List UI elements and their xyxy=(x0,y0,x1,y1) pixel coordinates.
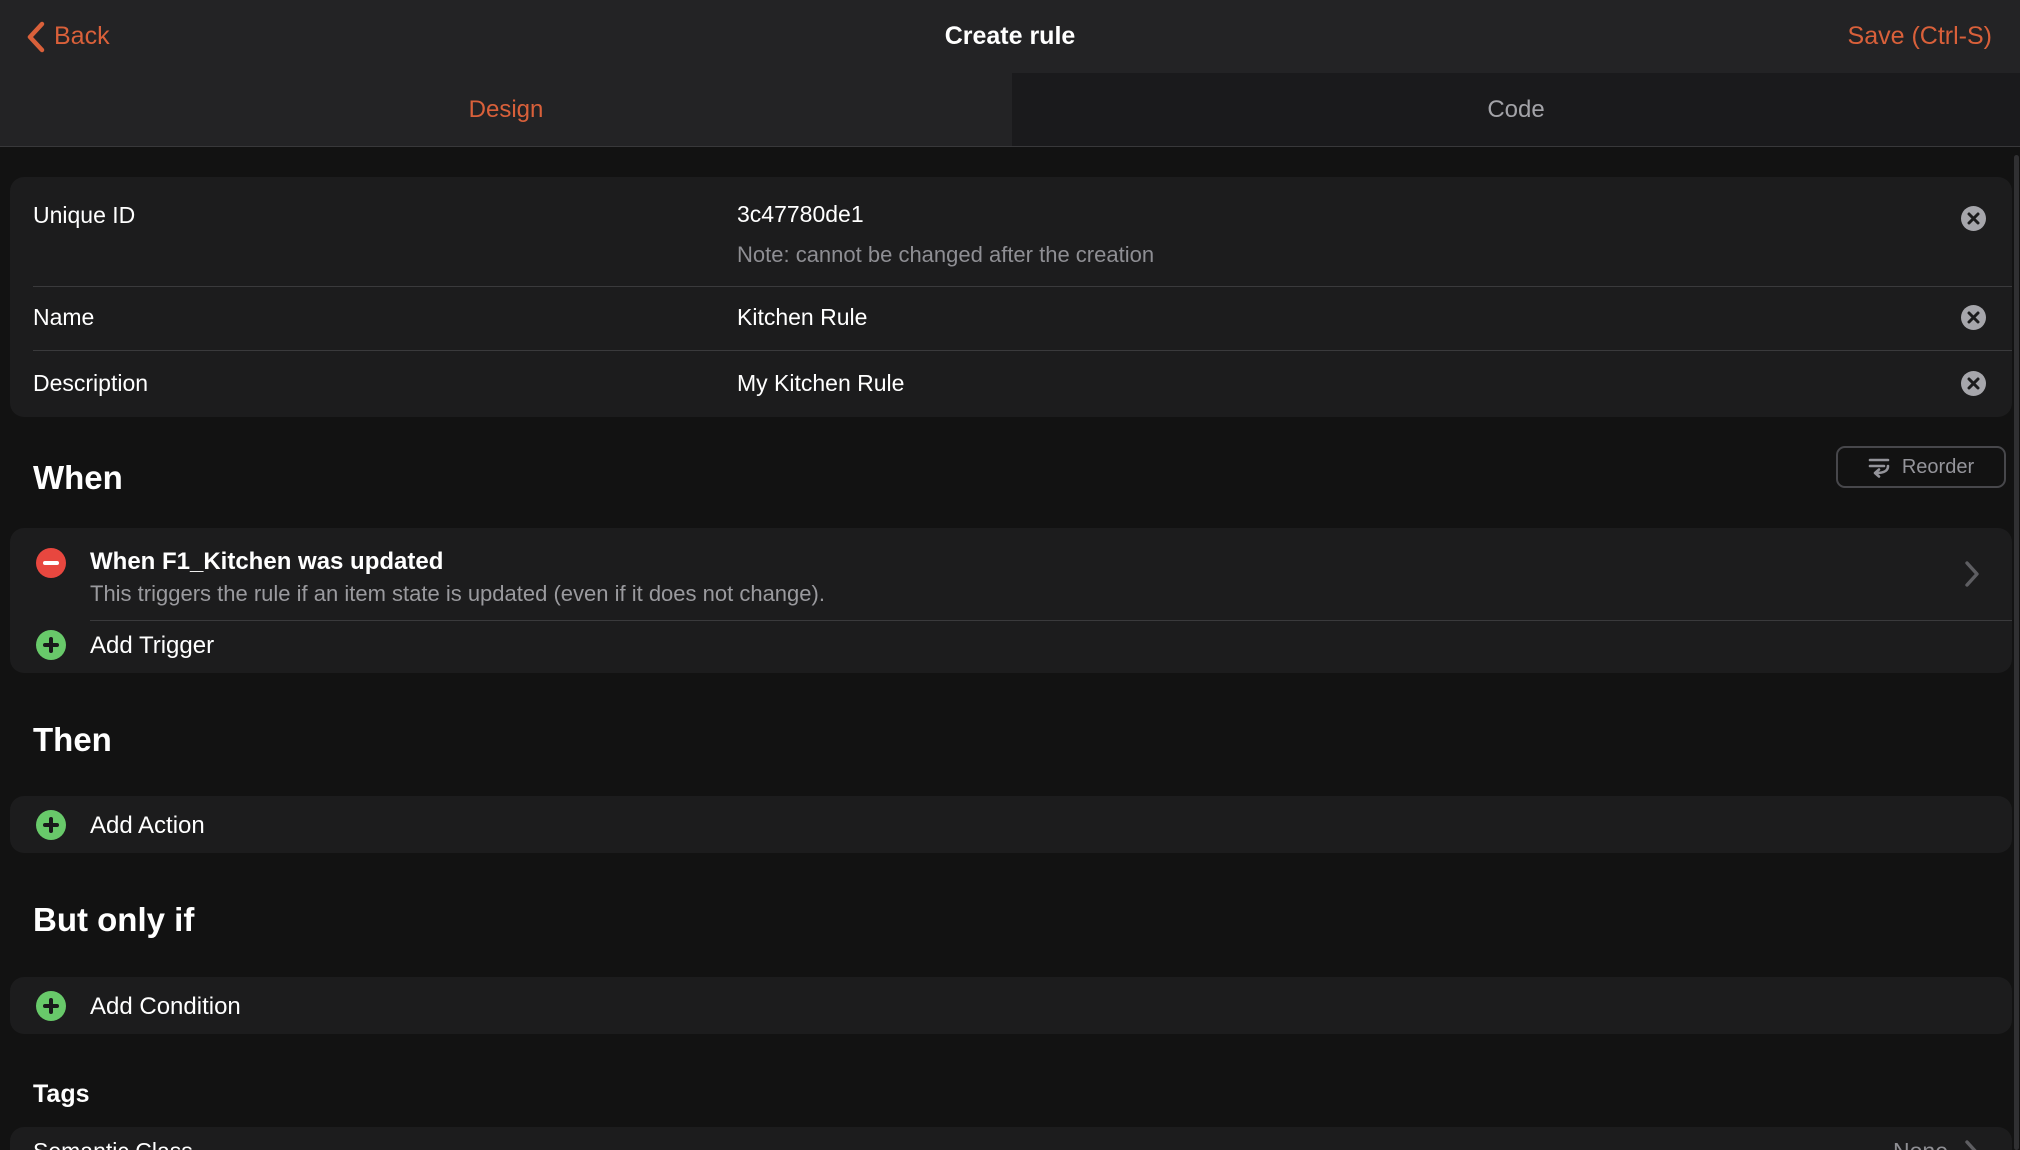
create-rule-page: Back Create rule Save (Ctrl-S) Design Co… xyxy=(0,0,2020,1150)
conditions-card: Add Condition xyxy=(10,977,2012,1034)
xmark-icon xyxy=(1967,212,1980,225)
xmark-icon xyxy=(1967,377,1980,390)
clear-unique-id-button[interactable] xyxy=(1961,206,1986,231)
chevron-right-icon xyxy=(1964,560,1980,588)
but-only-if-section-heading: But only if xyxy=(33,898,194,942)
semantic-class-label: Semantic Class xyxy=(33,1138,193,1150)
trigger-description: This triggers the rule if an item state … xyxy=(90,581,825,607)
unique-id-note: Note: cannot be changed after the creati… xyxy=(737,242,1154,268)
unique-id-input[interactable]: 3c47780de1 xyxy=(737,201,864,228)
clear-name-button[interactable] xyxy=(1961,305,1986,330)
name-label: Name xyxy=(33,304,94,331)
semantic-class-value: None xyxy=(1893,1138,1948,1150)
unique-id-label: Unique ID xyxy=(33,202,135,229)
divider xyxy=(33,286,2012,287)
name-input[interactable]: Kitchen Rule xyxy=(737,304,867,331)
tabbar: Design Code xyxy=(0,73,2020,147)
navbar: Back Create rule Save (Ctrl-S) xyxy=(0,0,2020,73)
description-label: Description xyxy=(33,370,148,397)
tab-design[interactable]: Design xyxy=(0,73,1012,146)
plus-icon xyxy=(36,630,66,660)
tags-section-heading: Tags xyxy=(33,1078,90,1110)
description-input[interactable]: My Kitchen Rule xyxy=(737,370,904,397)
reorder-button[interactable]: Reorder xyxy=(1836,446,2006,488)
xmark-icon xyxy=(1967,311,1980,324)
add-trigger-label: Add Trigger xyxy=(90,632,214,660)
page-title: Create rule xyxy=(0,0,2020,73)
plus-icon xyxy=(36,991,66,1021)
plus-icon xyxy=(36,810,66,840)
divider xyxy=(90,620,2012,621)
rule-fields-card: Unique ID 3c47780de1 Note: cannot be cha… xyxy=(10,177,2012,417)
tags-card: Semantic Class None xyxy=(10,1127,2012,1150)
reorder-icon xyxy=(1868,456,1892,478)
add-condition-label: Add Condition xyxy=(90,993,241,1021)
when-section-heading: When xyxy=(33,456,123,500)
reorder-label: Reorder xyxy=(1902,456,1974,479)
trigger-title: When F1_Kitchen was updated xyxy=(90,548,443,576)
add-action-label: Add Action xyxy=(90,812,205,840)
save-button[interactable]: Save (Ctrl-S) xyxy=(1848,0,1992,73)
minus-icon xyxy=(43,561,59,565)
remove-trigger-button[interactable] xyxy=(36,548,66,578)
divider xyxy=(33,350,2012,351)
chevron-right-icon xyxy=(1964,1139,1980,1150)
actions-card: Add Action xyxy=(10,796,2012,853)
then-section-heading: Then xyxy=(33,718,112,762)
scrollbar[interactable] xyxy=(2014,155,2019,1150)
tab-code[interactable]: Code xyxy=(1012,73,2020,146)
triggers-card: When F1_Kitchen was updated This trigger… xyxy=(10,528,2012,673)
clear-description-button[interactable] xyxy=(1961,371,1986,396)
